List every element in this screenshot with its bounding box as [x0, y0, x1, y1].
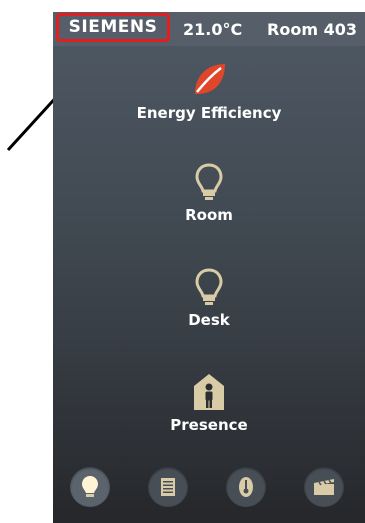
room-label: Room 403	[267, 20, 357, 39]
menu-item-desk[interactable]: Desk	[53, 267, 365, 329]
temperature-readout: 21.0°C	[183, 20, 243, 39]
person-icon	[194, 374, 224, 410]
menu-item-room[interactable]: Room	[53, 162, 365, 224]
status-bar: SIEMENS 21.0°C Room 403	[53, 12, 365, 46]
menu-item-energy-efficiency[interactable]: Energy Efficiency	[53, 60, 365, 122]
thermostat-screen: SIEMENS 21.0°C Room 403 Energy Efficienc…	[53, 12, 365, 523]
nav-scenes-button[interactable]	[304, 467, 344, 507]
menu-item-presence[interactable]: Presence	[53, 372, 365, 434]
brand-logo: SIEMENS	[56, 13, 170, 42]
nav-blinds-button[interactable]	[148, 467, 188, 507]
menu-label: Room	[185, 206, 233, 224]
menu-label: Energy Efficiency	[136, 104, 282, 122]
bulb-icon	[195, 163, 223, 200]
lightbulb-icon	[82, 476, 98, 497]
scene-clapper-icon	[314, 479, 334, 495]
bottom-nav	[53, 467, 365, 511]
menu-label: Presence	[170, 416, 248, 434]
bulb-icon	[195, 268, 223, 305]
nav-lighting-button[interactable]	[70, 467, 110, 507]
menu-label: Desk	[188, 311, 230, 329]
thermometer-icon	[239, 477, 253, 497]
blinds-icon	[161, 478, 175, 496]
leaf-icon	[195, 64, 225, 94]
nav-temperature-button[interactable]	[226, 467, 266, 507]
